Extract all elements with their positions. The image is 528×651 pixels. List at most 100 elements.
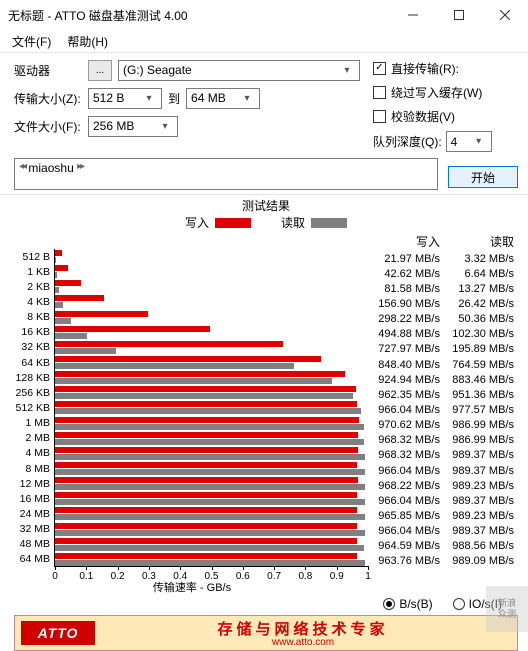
chart-ylabel: 16 MB xyxy=(14,493,50,505)
chart-plot: 00.10.20.30.40.50.60.70.80.91 xyxy=(54,249,368,567)
menu-file[interactable]: 文件(F) xyxy=(4,31,59,52)
divider xyxy=(0,194,528,195)
bar-read xyxy=(55,514,365,520)
bar-read xyxy=(55,560,365,566)
chart-ylabel: 24 MB xyxy=(14,508,50,520)
chart-ylabel: 512 KB xyxy=(14,402,50,414)
minimize-button[interactable] xyxy=(390,0,436,30)
chart-ylabel: 32 MB xyxy=(14,523,50,535)
drive-select[interactable]: (G:) Seagate ▾ xyxy=(118,60,360,81)
chevron-down-icon: ▾ xyxy=(157,121,173,132)
bypass-cache-checkbox[interactable]: 绕过写入缓存(W) xyxy=(373,83,518,101)
legend-read: 读取 xyxy=(281,214,347,231)
window-controls xyxy=(390,0,528,30)
watermark: 新浪 众测 xyxy=(486,586,528,632)
bar-write xyxy=(55,447,358,453)
value-row: 964.59 MB/s988.56 MB/s xyxy=(370,539,518,554)
bar-write xyxy=(55,523,357,529)
bar-read xyxy=(55,378,332,384)
transfer-size-max-select[interactable]: 64 MB ▾ xyxy=(186,88,260,109)
menu-bar: 文件(F) 帮助(H) xyxy=(0,30,528,52)
queue-depth-label: 队列深度(Q): xyxy=(373,133,442,150)
chart-ylabel: 512 B xyxy=(14,251,50,263)
bar-read xyxy=(55,530,365,536)
start-button[interactable]: 开始 xyxy=(448,166,518,188)
value-row: 42.62 MB/s6.64 MB/s xyxy=(370,266,518,281)
bar-write xyxy=(55,326,210,332)
bar-read xyxy=(55,484,365,490)
direct-io-label: 直接传输(R): xyxy=(391,60,459,77)
legend-write: 写入 xyxy=(185,214,251,231)
arrows-icon: ▸▸ xyxy=(77,161,83,172)
bar-read xyxy=(55,424,364,430)
bar-write xyxy=(55,553,357,559)
file-size-select[interactable]: 256 MB ▾ xyxy=(88,116,178,137)
size-min-value: 512 B xyxy=(93,91,141,105)
value-row: 968.22 MB/s989.23 MB/s xyxy=(370,478,518,493)
menu-help[interactable]: 帮助(H) xyxy=(59,31,116,52)
unit-bytes-radio[interactable]: B/s(B) xyxy=(383,597,432,611)
chevron-down-icon: ▾ xyxy=(141,93,157,104)
chart-ylabel: 4 KB xyxy=(14,296,50,308)
radio-icon xyxy=(383,598,395,610)
values-list: 21.97 MB/s3.32 MB/s42.62 MB/s6.64 MB/s81… xyxy=(370,251,518,569)
checkbox-icon xyxy=(373,86,386,99)
results-panel: 测试结果 写入 读取 00.10.20.30.40.50.60.70.80.91… xyxy=(0,197,528,615)
bar-write xyxy=(55,417,359,423)
drive-label: 驱动器 xyxy=(14,62,88,79)
file-size-label: 文件大小(F): xyxy=(14,118,88,135)
bypass-cache-label: 绕过写入缓存(W) xyxy=(391,84,482,101)
close-button[interactable] xyxy=(482,0,528,30)
bar-read xyxy=(55,302,63,308)
col-write: 写入 xyxy=(370,233,444,250)
chart-ylabel: 16 KB xyxy=(14,326,50,338)
value-row: 965.85 MB/s989.23 MB/s xyxy=(370,508,518,523)
maximize-button[interactable] xyxy=(436,0,482,30)
transfer-size-min-select[interactable]: 512 B ▾ xyxy=(88,88,162,109)
bar-write xyxy=(55,371,345,377)
value-row: 962.35 MB/s951.36 MB/s xyxy=(370,387,518,402)
bar-write xyxy=(55,295,104,301)
window-title: 无标题 - ATTO 磁盘基准测试 4.00 xyxy=(8,7,390,24)
col-read: 读取 xyxy=(444,233,518,250)
bar-read xyxy=(55,272,57,278)
unit-row: B/s(B) IO/s(I) xyxy=(14,595,518,615)
description-input[interactable]: ◂◂ miaoshu ▸▸ xyxy=(14,158,438,190)
bar-write xyxy=(55,432,358,438)
queue-depth-select[interactable]: 4 ▾ xyxy=(446,131,492,152)
values-header: 写入 读取 xyxy=(370,233,518,250)
bar-read xyxy=(55,287,59,293)
bar-read xyxy=(55,499,365,505)
bar-write xyxy=(55,492,357,498)
bar-read xyxy=(55,454,365,460)
chart-ylabel: 2 MB xyxy=(14,432,50,444)
verify-label: 校验数据(V) xyxy=(391,108,455,125)
value-row: 81.58 MB/s13.27 MB/s xyxy=(370,281,518,296)
value-row: 966.04 MB/s989.37 MB/s xyxy=(370,493,518,508)
results-title: 测试结果 xyxy=(14,197,518,214)
value-row: 970.62 MB/s986.99 MB/s xyxy=(370,418,518,433)
chart-ylabel: 12 MB xyxy=(14,478,50,490)
direct-io-checkbox[interactable]: 直接传输(R): xyxy=(373,59,518,77)
bar-read xyxy=(55,318,71,324)
bar-read xyxy=(55,469,365,475)
transfer-size-label: 传输大小(Z): xyxy=(14,90,88,107)
checkbox-icon xyxy=(373,110,386,123)
controls-panel: 驱动器 ... (G:) Seagate ▾ 传输大小(Z): 512 B ▾ … xyxy=(0,53,528,156)
chart-ylabel: 128 KB xyxy=(14,372,50,384)
bar-read xyxy=(55,408,361,414)
value-row: 924.94 MB/s883.46 MB/s xyxy=(370,372,518,387)
bar-write xyxy=(55,265,68,271)
verify-checkbox[interactable]: 校验数据(V) xyxy=(373,107,518,125)
footer-banner[interactable]: ATTO 存储与网络技术专家 www.atto.com xyxy=(14,615,518,651)
chart-ylabel: 1 KB xyxy=(14,266,50,278)
bar-write xyxy=(55,401,357,407)
value-row: 968.32 MB/s989.37 MB/s xyxy=(370,448,518,463)
bar-write xyxy=(55,356,321,362)
bar-write xyxy=(55,538,357,544)
arrows-icon: ◂◂ xyxy=(19,161,25,172)
chevron-down-icon: ▾ xyxy=(339,65,355,76)
browse-button[interactable]: ... xyxy=(88,60,112,81)
write-swatch xyxy=(215,218,251,228)
bar-write xyxy=(55,311,148,317)
